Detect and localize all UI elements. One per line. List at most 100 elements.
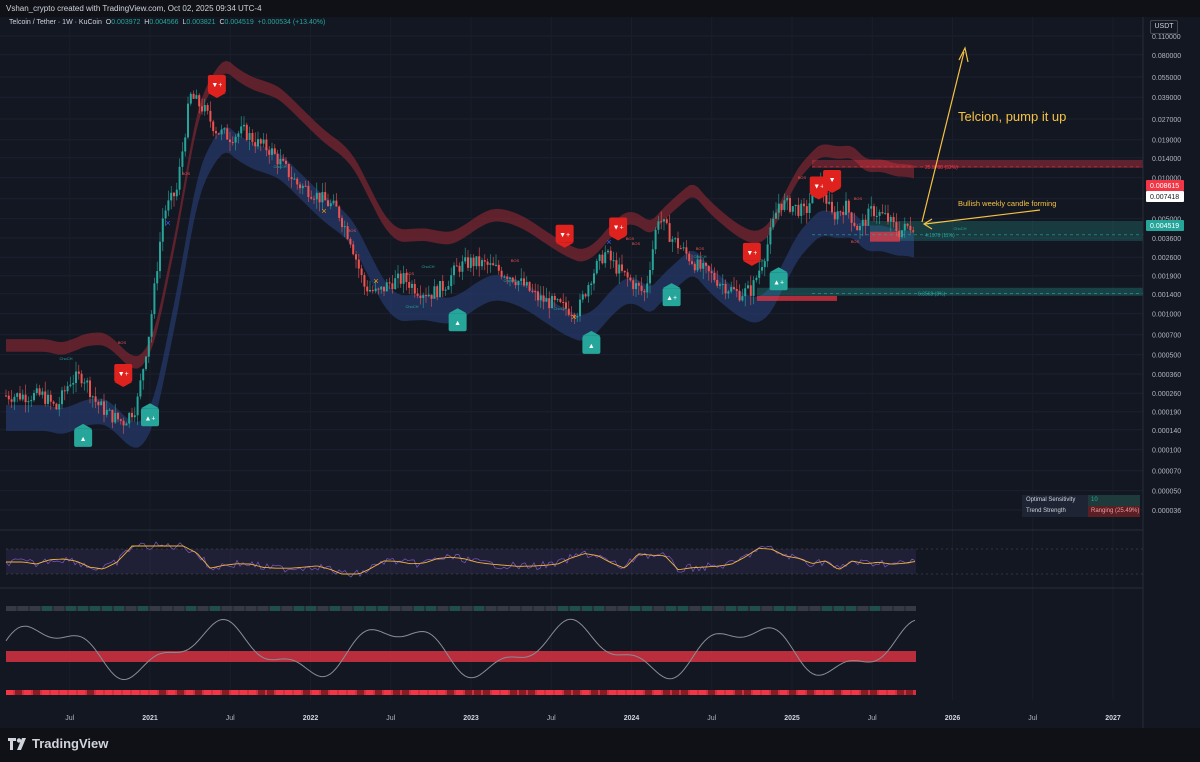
candle-body — [273, 148, 276, 154]
osc-top-cell — [690, 606, 700, 611]
candle-body — [853, 222, 856, 226]
osc-bottom-cell — [303, 690, 310, 695]
low-value: 0.003821 — [186, 19, 216, 26]
osc-bottom-cell — [357, 690, 364, 695]
time-tick-label: 2026 — [945, 715, 961, 722]
osc-top-cell — [258, 606, 268, 611]
price-axis: 0.110000 0.080000 0.055000 0.039000 0.027000… — [1142, 17, 1200, 728]
candle-body — [108, 409, 111, 411]
candle-body — [887, 213, 889, 222]
osc-bottom-cell — [465, 690, 472, 695]
price-tag-label: 0.004519 — [1150, 223, 1179, 230]
candle-body — [615, 260, 618, 274]
osc-bottom-cell — [726, 690, 733, 695]
price-tick-label: 0.002600 — [1152, 255, 1181, 262]
cross-marker: × — [373, 276, 378, 286]
candle-body — [475, 256, 478, 267]
candle-body — [220, 129, 223, 135]
osc-bottom-cell — [753, 690, 760, 695]
candle-body — [343, 226, 346, 228]
candle-body — [248, 133, 251, 140]
rsi-pane: 80.0050.0447.25 — [0, 529, 1172, 578]
structure-label: BOS — [632, 241, 641, 246]
osc-top-cell — [606, 606, 616, 611]
candle-body — [651, 249, 654, 270]
osc-bottom-cell — [141, 690, 148, 695]
candle-body — [335, 200, 338, 207]
osc-top-cell — [294, 606, 304, 611]
candle-body — [668, 223, 671, 242]
currency-button[interactable]: USDT — [1150, 20, 1178, 34]
candle-body — [609, 250, 612, 261]
candle-body — [419, 295, 422, 298]
candle-body — [794, 204, 797, 207]
osc-bottom-cell — [762, 690, 769, 695]
candle-body — [433, 286, 436, 299]
candle-body — [209, 110, 212, 122]
level-box-lower — [757, 287, 1145, 296]
candle-body — [355, 254, 357, 260]
sensitivity-label: Optimal Sensitivity — [1022, 495, 1088, 506]
osc-top-cell — [522, 606, 532, 611]
price-tick-label: 0.000050 — [1152, 489, 1181, 496]
trend-value: Ranging (25.49%) — [1088, 506, 1140, 517]
candle-body — [411, 283, 413, 288]
candle-body — [836, 211, 839, 220]
marker-label: ▲ — [588, 343, 595, 350]
candle-body — [170, 192, 173, 201]
price-tick-label: 0.027000 — [1152, 117, 1181, 124]
osc-bottom-cell — [339, 690, 346, 695]
candle-body — [203, 105, 206, 112]
structure-label: ChoCH — [553, 306, 566, 311]
osc-top-cell — [426, 606, 436, 611]
candle-body — [640, 285, 643, 291]
price-tick-label: 0.003600 — [1152, 236, 1181, 243]
candle-body — [461, 261, 464, 272]
candle-body — [33, 392, 35, 401]
candle-body — [895, 222, 898, 231]
osc-bottom-cell — [717, 690, 724, 695]
candle-body — [402, 273, 405, 284]
candle-body — [677, 238, 679, 249]
osc-bottom-cell — [321, 690, 328, 695]
osc-top-cell — [906, 606, 916, 611]
candle-body — [730, 287, 733, 292]
osc-bottom-cell — [582, 690, 589, 695]
candle-body — [688, 253, 691, 262]
osc-bottom-cell — [240, 690, 247, 695]
price-chart[interactable]: 25.9708 (32%) 4.1970 (11%) 6.3568 (8%) Cho… — [0, 0, 1200, 762]
tradingview-logo[interactable]: TradingView — [8, 736, 108, 751]
candle-body — [159, 241, 161, 272]
candle-body — [528, 281, 531, 291]
candle-body — [878, 212, 881, 216]
candle-body — [61, 390, 63, 405]
price-tick-label: 0.014000 — [1152, 156, 1181, 163]
candle-body — [187, 103, 189, 138]
osc-bottom-cell — [843, 690, 850, 695]
osc-top-cell — [42, 606, 52, 611]
candle-body — [752, 280, 755, 296]
osc-bottom-cell — [807, 690, 814, 695]
candle-body — [150, 314, 153, 337]
osc-top-cell — [150, 606, 160, 611]
osc-top-cell — [234, 606, 244, 611]
candle-body — [181, 151, 184, 167]
candle-body — [864, 219, 867, 226]
candle-body — [184, 137, 187, 152]
osc-bottom-cell — [150, 690, 157, 695]
candle-body — [486, 261, 489, 265]
candle-body — [845, 200, 847, 215]
candle-body — [313, 198, 315, 200]
candle-body — [881, 212, 884, 214]
osc-bottom-cell — [735, 690, 742, 695]
open-value: 0.003972 — [111, 19, 141, 26]
osc-bottom-cell — [546, 690, 553, 695]
candle-body — [447, 286, 450, 290]
osc-top-cell — [90, 606, 100, 611]
candle-body — [842, 211, 845, 215]
candle-body — [16, 393, 19, 397]
candle-body — [626, 272, 629, 278]
candle-body — [674, 238, 677, 240]
candle-body — [861, 219, 864, 226]
candle-body — [310, 197, 313, 199]
